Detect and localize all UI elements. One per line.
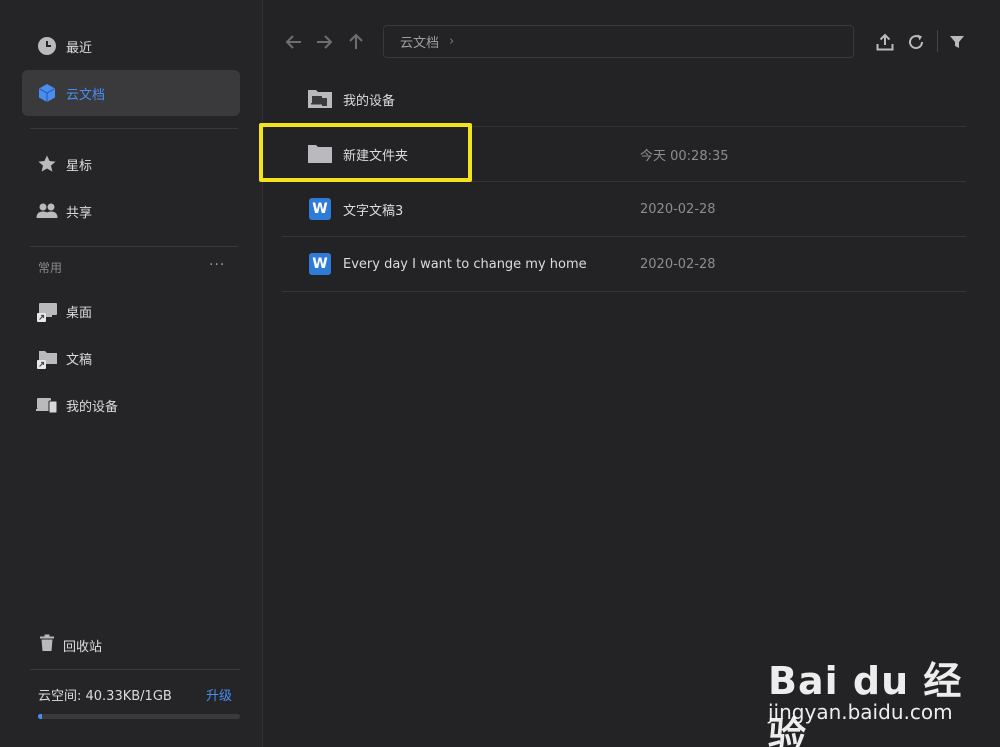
file-row-my-devices[interactable]: 我的设备 (282, 72, 966, 127)
file-date: 2020-02-28 (640, 201, 716, 217)
sidebar-item-label: 最近 (66, 40, 93, 56)
file-date: 2020-02-28 (640, 256, 716, 272)
trash-icon (38, 634, 56, 656)
upgrade-link[interactable]: 升级 (206, 685, 232, 704)
folder-shortcut-icon (36, 347, 58, 369)
sidebar-item-label: 星标 (66, 158, 93, 174)
devices-folder-icon (307, 86, 333, 112)
highlight-box (259, 123, 472, 182)
baidu-jingyan-watermark-logo: Bai du 经验 (768, 659, 963, 747)
more-options-icon[interactable]: ··· (209, 257, 225, 273)
sidebar-item-label: 桌面 (66, 305, 93, 321)
cube-icon (36, 82, 58, 104)
file-name: Every day I want to change my home (343, 256, 587, 272)
toolbar-divider (937, 30, 938, 52)
refresh-icon (909, 34, 924, 50)
trash-label: 回收站 (63, 639, 103, 655)
word-doc-icon: W (307, 251, 333, 277)
clock-icon (36, 35, 58, 57)
filter-icon (950, 36, 964, 48)
star-icon (36, 153, 58, 175)
breadcrumb-item[interactable]: 云文档 (400, 32, 439, 51)
filter-button[interactable] (946, 31, 968, 53)
sidebar-item-cloud-docs[interactable]: 云文档 (22, 70, 240, 116)
sidebar-item-label: 共享 (66, 205, 93, 221)
sidebar-divider (30, 246, 238, 247)
arrow-right-icon (317, 35, 333, 49)
forward-button[interactable] (313, 31, 335, 53)
upload-icon (876, 33, 894, 51)
people-icon (36, 200, 58, 222)
sidebar-item-label: 云文档 (66, 87, 106, 103)
arrow-up-icon (349, 33, 363, 49)
sidebar-item-label: 我的设备 (66, 399, 119, 415)
breadcrumb[interactable]: 云文档 › (383, 25, 854, 58)
trash-button[interactable]: 回收站 (38, 634, 102, 656)
devices-icon (36, 394, 58, 416)
sidebar: 最近 云文档 星标 共享 常用 ··· 桌面 文稿 我的设备 回收站 云空间: … (0, 0, 263, 747)
storage-usage-text: 云空间: 40.33KB/1GB (38, 689, 172, 704)
chevron-right-icon: › (449, 34, 455, 49)
back-button[interactable] (283, 31, 305, 53)
watermark-url: jingyan.baidu.com (768, 700, 953, 724)
arrow-left-icon (285, 35, 301, 49)
sidebar-divider (30, 669, 240, 670)
file-date: 今天 00:28:35 (640, 148, 729, 164)
up-button[interactable] (345, 31, 367, 53)
sidebar-item-my-devices[interactable]: 我的设备 (22, 382, 240, 428)
file-row-every-day[interactable]: W Every day I want to change my home 202… (282, 237, 966, 292)
sidebar-divider (30, 128, 238, 129)
sidebar-item-desktop[interactable]: 桌面 (22, 288, 240, 334)
section-title-favorites: 常用 (38, 261, 63, 275)
storage-progress-fill (38, 714, 43, 719)
file-name: 我的设备 (343, 93, 396, 109)
upload-button[interactable] (874, 31, 896, 53)
file-row-document-3[interactable]: W 文字文稿3 2020-02-28 (282, 182, 966, 237)
word-doc-icon: W (307, 196, 333, 222)
sidebar-item-recent[interactable]: 最近 (22, 23, 240, 69)
file-name: 文字文稿3 (343, 203, 404, 219)
storage-progress-bar (38, 714, 240, 719)
desktop-shortcut-icon (36, 300, 58, 322)
sidebar-item-documents[interactable]: 文稿 (22, 335, 240, 381)
sidebar-item-label: 文稿 (66, 352, 93, 368)
sidebar-item-starred[interactable]: 星标 (22, 141, 240, 187)
refresh-button[interactable] (905, 31, 927, 53)
sidebar-item-shared[interactable]: 共享 (22, 188, 240, 234)
